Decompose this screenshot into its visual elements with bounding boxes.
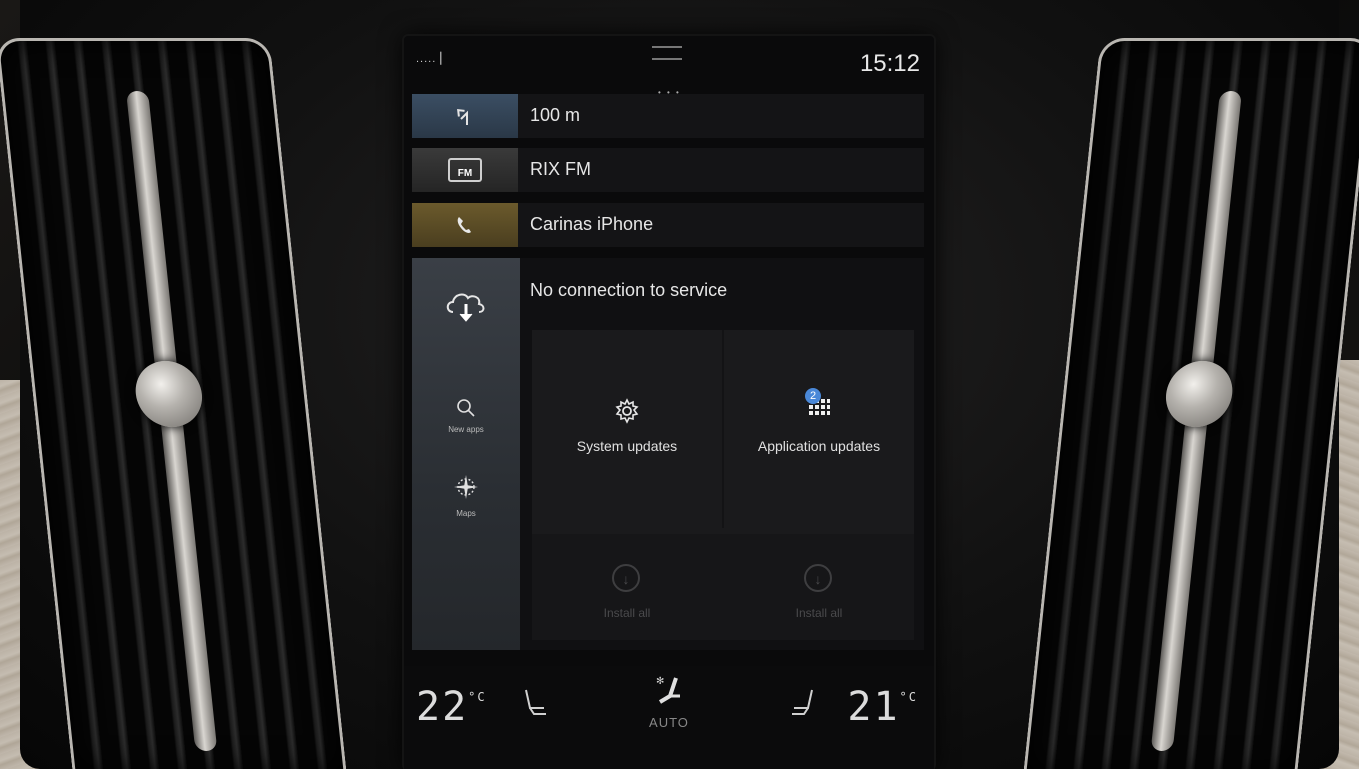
driver-temp-value: 22 <box>416 684 469 730</box>
seat-heat-icon[interactable] <box>522 688 548 723</box>
seat-heat-icon[interactable] <box>790 688 816 723</box>
infotainment-screen: ..... ▏ 15:12 • • • 100 m FM RIX FM Cari… <box>404 36 934 769</box>
updates-grid: System updates 2 Application updates ↓ I… <box>532 330 914 640</box>
media-tile[interactable]: FM RIX FM <box>412 148 924 192</box>
search-icon <box>456 399 476 422</box>
fan-seat-icon: ✻ <box>642 674 696 715</box>
download-icon: ↓ <box>804 564 832 592</box>
apps-grid-icon <box>724 398 914 427</box>
vent-knob[interactable] <box>1162 361 1236 427</box>
climate-bar: 22°C ✻ AUTO 21°C <box>404 666 934 769</box>
application-updates-label: Application updates <box>757 438 881 454</box>
update-count-badge: 2 <box>805 388 821 404</box>
climate-auto-button[interactable]: ✻ AUTO <box>642 674 696 730</box>
install-all-label: Install all <box>603 606 651 620</box>
rail-label-maps: Maps <box>456 509 476 518</box>
system-updates-button[interactable]: System updates <box>532 330 722 528</box>
signal-indicator: ..... ▏ <box>416 53 450 65</box>
rail-item-new-apps[interactable]: New apps <box>412 398 520 434</box>
install-all-apps-button[interactable]: ↓ Install all <box>724 534 914 640</box>
auto-label: AUTO <box>649 715 689 730</box>
install-row: ↓ Install all ↓ Install all <box>532 534 914 640</box>
radio-icon: FM <box>412 148 518 192</box>
passenger-temperature[interactable]: 21°C <box>847 684 918 730</box>
temp-unit: °C <box>899 690 918 704</box>
application-updates-button[interactable]: 2 Application updates <box>724 330 914 528</box>
car-dashboard: ..... ▏ 15:12 • • • 100 m FM RIX FM Cari… <box>0 0 1359 769</box>
phone-device-name: Carinas iPhone <box>530 214 654 234</box>
panel-content: No connection to service System updates <box>520 258 924 650</box>
fm-badge: FM <box>448 158 482 182</box>
pull-down-handle[interactable] <box>652 46 682 60</box>
rail-item-maps[interactable]: Maps <box>412 472 520 518</box>
status-bar: ..... ▏ 15:12 <box>404 36 934 88</box>
navigation-distance: 100 m <box>530 105 581 125</box>
phone-tile[interactable]: Carinas iPhone <box>412 203 924 247</box>
svg-text:✻: ✻ <box>656 676 664 687</box>
install-all-label: Install all <box>795 606 843 620</box>
cloud-download-icon <box>443 293 489 328</box>
compass-icon <box>451 475 481 506</box>
gear-icon <box>532 398 722 431</box>
media-station: RIX FM <box>530 159 591 179</box>
navigation-tile[interactable]: 100 m <box>412 94 924 138</box>
driver-temperature[interactable]: 22°C <box>416 684 487 730</box>
temp-unit: °C <box>468 690 487 704</box>
download-center-panel: New apps Maps No connection to service S… <box>412 258 924 650</box>
system-updates-label: System updates <box>576 438 678 454</box>
download-icon: ↓ <box>612 564 640 592</box>
connection-status: No connection to service <box>530 280 728 300</box>
rail-label-new-apps: New apps <box>448 425 484 434</box>
install-all-system-button[interactable]: ↓ Install all <box>532 534 722 640</box>
vent-knob[interactable] <box>132 361 206 427</box>
rail-item-downloads[interactable] <box>412 284 520 329</box>
clock: 15:12 <box>859 50 920 77</box>
passenger-temp-value: 21 <box>847 684 900 730</box>
turn-left-arrow-icon <box>412 94 518 138</box>
phone-icon <box>412 203 518 247</box>
side-rail: New apps Maps <box>412 258 520 650</box>
